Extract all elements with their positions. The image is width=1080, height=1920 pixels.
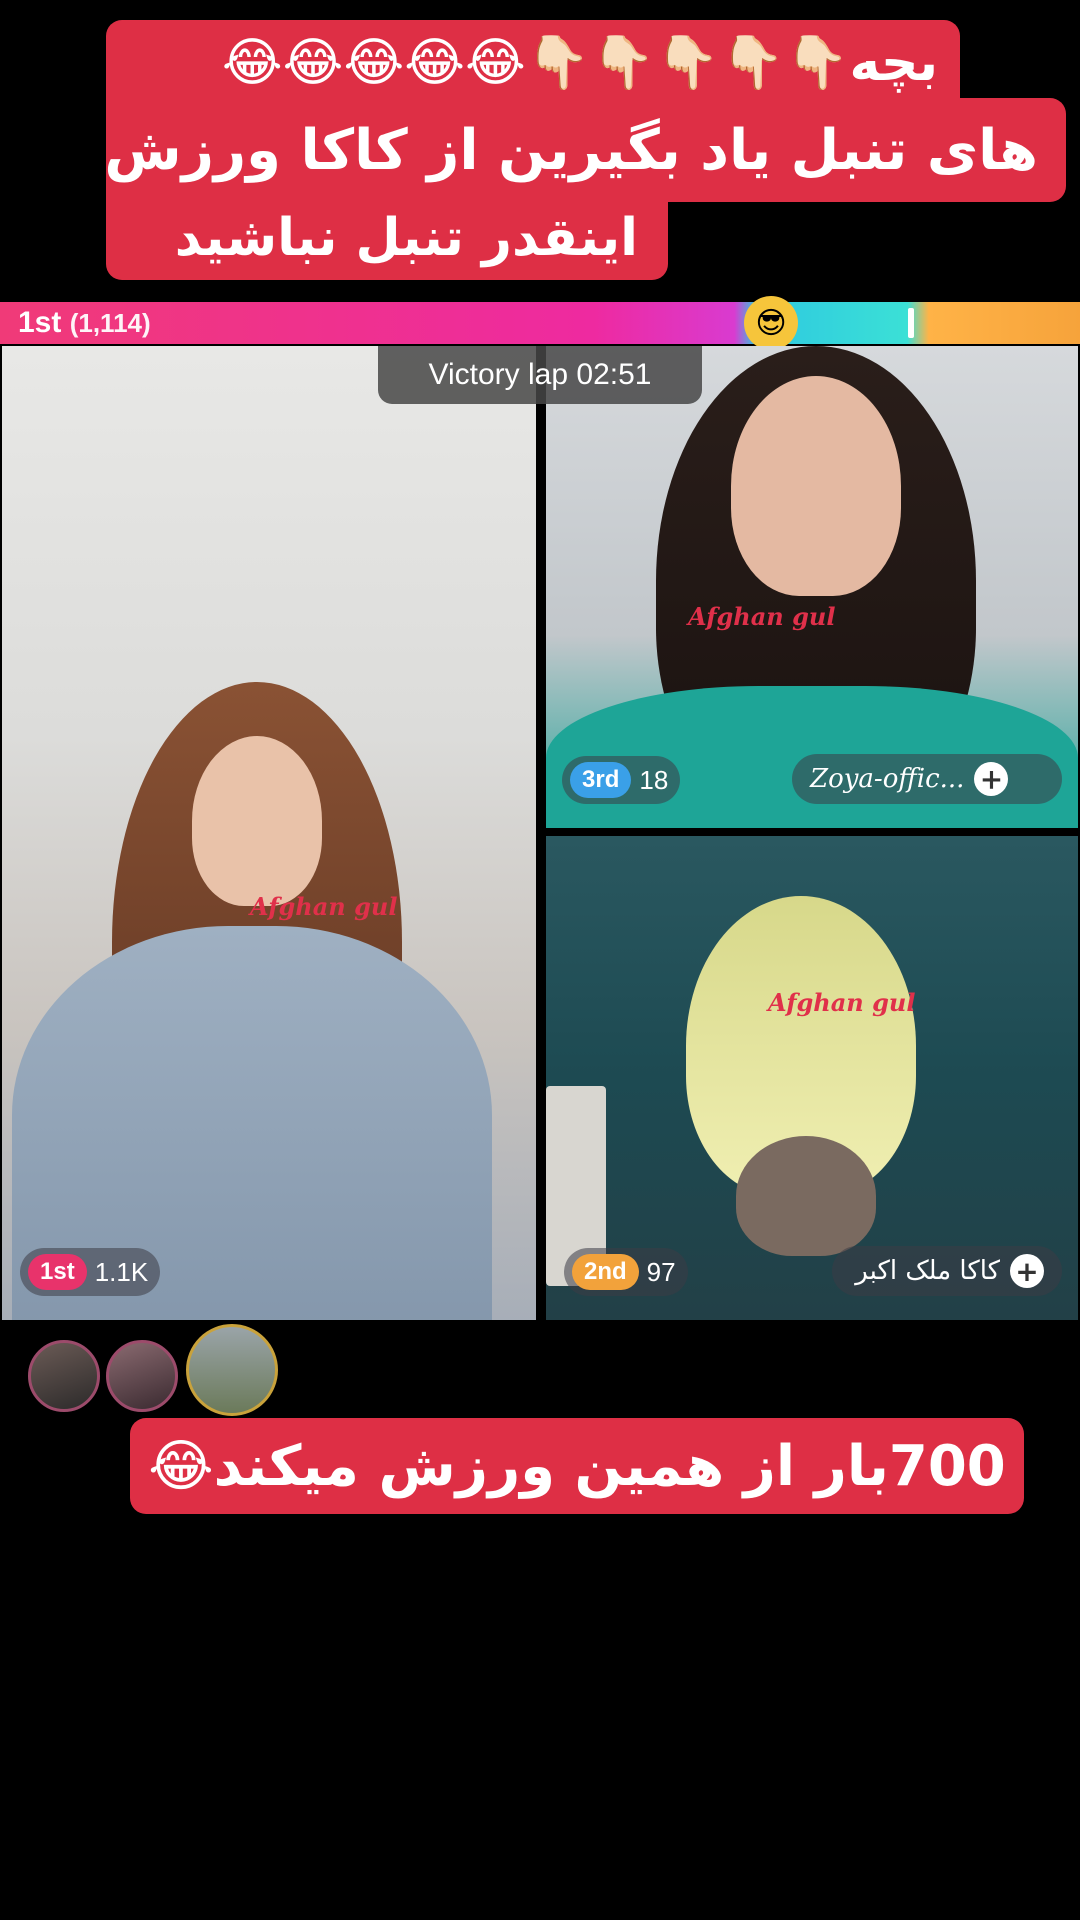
- host-face-shape: [192, 736, 322, 906]
- battle-score-bar: 1st (1,114) 😎: [0, 296, 1080, 350]
- guest-name-bottom-right[interactable]: + کاکا ملک اکبر: [832, 1246, 1062, 1296]
- viewer-avatar-2[interactable]: [106, 1340, 178, 1412]
- viewer-avatar-3[interactable]: [186, 1324, 278, 1416]
- watermark-bottom-right: Afghan gul: [768, 988, 916, 1017]
- caption-line-2: های تنبل یاد بگیرین از کاکا ورزش: [104, 98, 1066, 202]
- caption-line-3: اینقدر تنبل نباشید: [106, 196, 668, 280]
- rank-score-left: 1.1K: [94, 1256, 149, 1287]
- guest-name-label-bottom: کاکا ملک اکبر: [855, 1256, 1000, 1286]
- leader-label: 1st: [18, 306, 62, 339]
- rank-pill-left: 1st: [28, 1254, 87, 1290]
- rank-score-top-right: 18: [639, 764, 669, 795]
- rank-pill-bottom-right: 2nd: [572, 1254, 639, 1290]
- leader-points: (1,114): [69, 308, 151, 338]
- guest-face-shape-bottom: [736, 1136, 876, 1256]
- guest-video-panel-top[interactable]: Afghan gul 3rd 18 Zoya-offic... +: [546, 346, 1078, 828]
- rank-badge-bottom-right: 2nd 97: [564, 1248, 688, 1296]
- watermark-left: Afghan gul: [250, 892, 398, 921]
- follow-plus-icon[interactable]: +: [974, 762, 1009, 796]
- rank-score-bottom-right: 97: [646, 1256, 676, 1287]
- sunglasses-emoji-icon: 😎: [744, 296, 798, 350]
- caption-bottom: 700بار از همین ورزش میکند😂: [130, 1418, 1024, 1514]
- rank-pill-top-right: 3rd: [570, 762, 632, 798]
- watermark-top-right: Afghan gul: [688, 602, 836, 631]
- host-video-panel[interactable]: Afghan gul 1st 1.1K: [2, 346, 536, 1320]
- guest-face-shape: [731, 376, 901, 596]
- guest-name-label-top: Zoya-offic...: [810, 764, 965, 794]
- guest-name-top-right[interactable]: Zoya-offic... +: [792, 754, 1062, 804]
- guest-video-panel-bottom[interactable]: Afghan gul 2nd 97 + کاکا ملک اکبر: [546, 836, 1078, 1320]
- leader-score: 1st (1,114): [18, 306, 151, 340]
- rank-badge-left: 1st 1.1K: [20, 1248, 161, 1296]
- score-divider: [908, 308, 914, 338]
- victory-lap-timer: Victory lap 02:51: [378, 346, 702, 404]
- caption-line-1: بچه👇🏻👇🏻👇🏻👇🏻👇🏻😂😂😂😂😂: [106, 20, 960, 104]
- rank-badge-top-right: 3rd 18: [562, 756, 681, 804]
- follow-plus-icon[interactable]: +: [1010, 1254, 1044, 1288]
- viewer-avatar-1[interactable]: [28, 1340, 100, 1412]
